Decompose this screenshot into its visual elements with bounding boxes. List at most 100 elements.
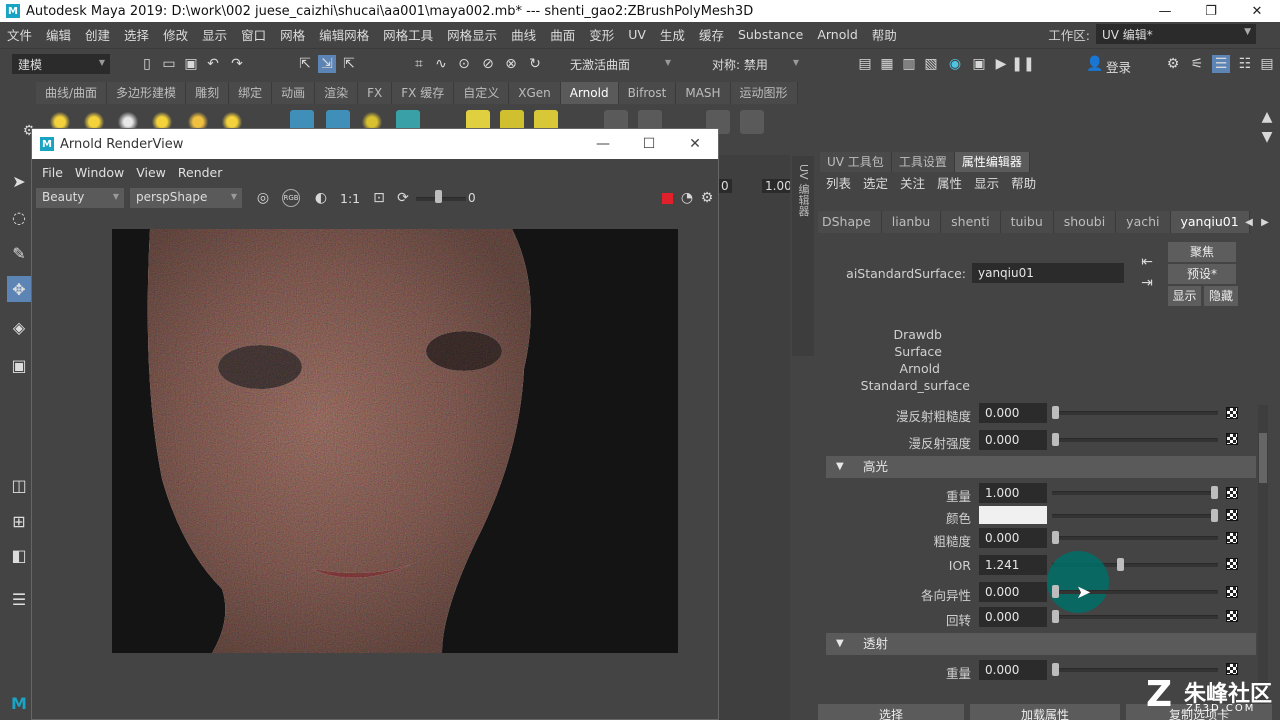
open-scene-icon[interactable]: ▭	[160, 55, 178, 73]
renderview-menu-render[interactable]: Render	[172, 165, 229, 180]
node-tab-lianbu[interactable]: lianbu	[881, 211, 942, 233]
exposure-slider-knob[interactable]	[435, 190, 442, 203]
ipr-toggle-icon[interactable]: ◔	[678, 189, 696, 207]
login-button[interactable]: 登录	[1106, 57, 1131, 76]
camera-dropdown[interactable]: perspShape	[130, 188, 242, 208]
pause-icon[interactable]: ❚❚	[1011, 55, 1034, 73]
rotation-slider[interactable]	[1052, 615, 1218, 619]
spec-weight-field[interactable]: 1.000	[979, 483, 1047, 503]
shelf-tab-xgen[interactable]: XGen	[509, 82, 561, 104]
node-tab-shoubi[interactable]: shoubi	[1053, 211, 1117, 233]
spec-color-slider[interactable]	[1052, 514, 1218, 518]
menu-uv[interactable]: UV	[621, 27, 653, 42]
menu-create[interactable]: 创建	[78, 25, 117, 44]
menu-file[interactable]: 文件	[0, 25, 39, 44]
ior-map-button[interactable]	[1226, 558, 1238, 570]
shelf-tab-arnold[interactable]: Arnold	[560, 82, 619, 104]
spec-weight-knob[interactable]	[1211, 486, 1218, 499]
shelf-tab-rendering[interactable]: 渲染	[315, 82, 359, 104]
snap-point-icon[interactable]: ⊙	[455, 55, 473, 73]
snap-grid-icon[interactable]: ⌗	[410, 55, 428, 73]
ae-menu-list[interactable]: 列表	[820, 174, 857, 194]
scale-tool-icon[interactable]: ▣	[7, 352, 31, 378]
spec-roughness-map-button[interactable]	[1226, 532, 1238, 544]
node-name-field[interactable]: yanqiu01	[972, 263, 1124, 283]
four-view-icon[interactable]: ⊞	[7, 508, 31, 534]
maximize-button[interactable]: ❐	[1188, 0, 1234, 22]
shelf-tab-poly-modeling[interactable]: 多边形建模	[107, 82, 187, 104]
ae-menu-show[interactable]: 显示	[968, 174, 1005, 194]
rotation-field[interactable]: 0.000	[979, 607, 1047, 627]
channel-box-icon[interactable]: ⚟	[1188, 55, 1206, 73]
snap-toggle-icon[interactable]: ↻	[526, 55, 544, 73]
shelf-tab-rigging[interactable]: 绑定	[229, 82, 273, 104]
spec-color-knob[interactable]	[1211, 509, 1218, 522]
frame-icon[interactable]: ⊡	[370, 189, 388, 207]
spec-color-map-button[interactable]	[1226, 509, 1238, 521]
refresh-icon[interactable]: ⟳	[394, 189, 412, 207]
tab-attribute-editor[interactable]: 属性编辑器	[954, 152, 1030, 172]
node-tab-yanqiu01[interactable]: yanqiu01	[1170, 211, 1250, 233]
diffuse-strength-map-button[interactable]	[1226, 433, 1238, 445]
menu-curves[interactable]: 曲线	[504, 25, 543, 44]
menu-mesh-tools[interactable]: 网格工具	[376, 25, 440, 44]
diffuse-roughness-field[interactable]: 0.000	[979, 403, 1047, 423]
diffuse-strength-slider[interactable]	[1052, 438, 1218, 442]
attribute-scrollbar-thumb[interactable]	[1259, 433, 1267, 483]
menu-deform[interactable]: 变形	[582, 25, 621, 44]
tool-settings-toggle-icon[interactable]: ☷	[1236, 55, 1254, 73]
shelf-tab-fx[interactable]: FX	[358, 82, 393, 104]
stop-render-icon[interactable]	[662, 193, 673, 204]
ipr-icon[interactable]: ▥	[900, 55, 918, 73]
shelf-tab-mash[interactable]: MASH	[676, 82, 731, 104]
diffuse-roughness-slider[interactable]	[1052, 411, 1218, 415]
diffuse-strength-field[interactable]: 0.000	[979, 430, 1047, 450]
render-region-icon[interactable]: ◎	[254, 189, 272, 207]
shelf-tab-custom[interactable]: 自定义	[454, 82, 510, 104]
shelf-tab-bifrost[interactable]: Bifrost	[618, 82, 677, 104]
hypershade-icon[interactable]: ▣	[970, 55, 988, 73]
arnold-render-icon[interactable]: ◉	[946, 55, 964, 73]
live-surface-field[interactable]: 无激活曲面	[564, 54, 676, 74]
node-tab-shenti[interactable]: shenti	[941, 211, 1001, 233]
playblast-icon[interactable]	[740, 110, 764, 134]
menu-substance[interactable]: Substance	[731, 27, 810, 42]
paint-select-tool-icon[interactable]: ✎	[7, 240, 31, 266]
render-frame-icon[interactable]: ▦	[878, 55, 896, 73]
attribute-editor-toggle-icon[interactable]: ☰	[1212, 55, 1230, 73]
renderview-settings-icon[interactable]: ⚙	[698, 189, 716, 207]
diffuse-strength-knob[interactable]	[1052, 433, 1059, 446]
menu-help[interactable]: 帮助	[865, 25, 904, 44]
render-settings-icon[interactable]: ▧	[922, 55, 940, 73]
select-tool-icon[interactable]: ➤	[7, 168, 31, 194]
spec-roughness-slider[interactable]	[1052, 536, 1218, 540]
symmetry-dropdown[interactable]: 对称: 禁用	[706, 54, 804, 74]
menu-display[interactable]: 显示	[195, 25, 234, 44]
spec-color-swatch[interactable]	[979, 506, 1047, 524]
select-object-icon[interactable]: ⇲	[318, 55, 336, 73]
redo-icon[interactable]: ↷	[228, 55, 246, 73]
uv-editor-side-tab[interactable]: UV 编辑器	[792, 156, 814, 356]
snap-curve-icon[interactable]: ∿	[432, 55, 450, 73]
menu-select[interactable]: 选择	[117, 25, 156, 44]
new-scene-icon[interactable]: ▯	[138, 55, 156, 73]
shelf-scroll-up-icon[interactable]: ▲	[1258, 108, 1276, 126]
anisotropy-field[interactable]: 0.000	[979, 582, 1047, 602]
ae-menu-attributes[interactable]: 属性	[931, 174, 968, 194]
spec-weight-slider[interactable]	[1052, 491, 1218, 495]
render-icon[interactable]: ▤	[856, 55, 874, 73]
shelf-tab-animation[interactable]: 动画	[272, 82, 316, 104]
select-hierarchy-icon[interactable]: ⇱	[296, 55, 314, 73]
trans-weight-slider[interactable]	[1052, 668, 1218, 672]
tab-tool-settings[interactable]: 工具设置	[891, 152, 955, 172]
menu-generate[interactable]: 生成	[653, 25, 692, 44]
menu-set-dropdown[interactable]: 建模	[12, 54, 110, 74]
spec-weight-map-button[interactable]	[1226, 487, 1238, 499]
renderview-menu-view[interactable]: View	[130, 165, 172, 180]
trans-weight-field[interactable]: 0.000	[979, 660, 1047, 680]
aov-dropdown[interactable]: Beauty	[36, 188, 124, 208]
shelf-tab-fx-cache[interactable]: FX 缓存	[392, 82, 455, 104]
menu-cache[interactable]: 缓存	[692, 25, 731, 44]
node-tab-dshape[interactable]: DShape	[818, 211, 882, 233]
menu-edit[interactable]: 编辑	[39, 25, 78, 44]
